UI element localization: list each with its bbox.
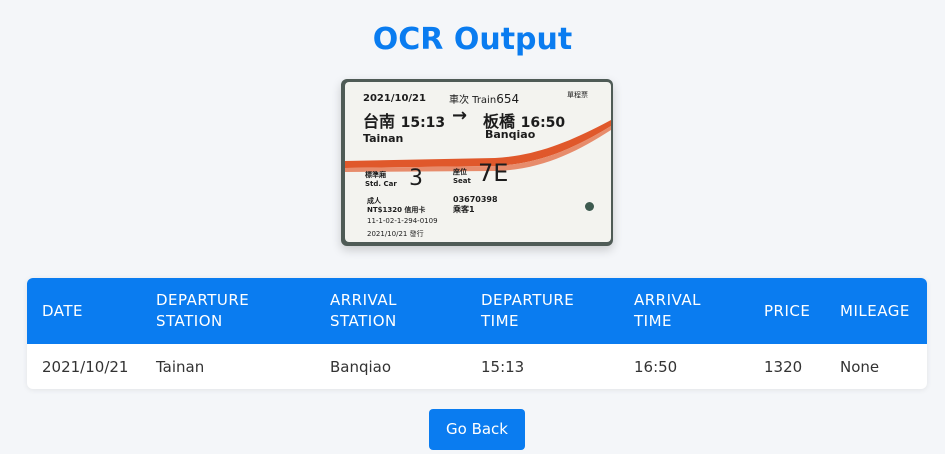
cell-arrival-station: Banqiao	[330, 357, 392, 376]
go-back-button[interactable]: Go Back	[429, 409, 525, 450]
cell-mileage: None	[840, 357, 880, 376]
cell-departure-station: Tainan	[156, 357, 205, 376]
header-arrival-time-line1: ARRIVAL	[634, 291, 701, 309]
ticket-depart-time: 15:13	[400, 115, 446, 131]
header-mileage: MILEAGE	[825, 278, 927, 344]
cell-date: 2021/10/21	[42, 357, 129, 376]
cell-arrival-time: 16:50	[634, 357, 678, 376]
header-price-label: PRICE	[764, 301, 811, 320]
header-departure-time-line2: TIME	[481, 312, 520, 330]
page: OCR Output 2021/10/21 車次 Train654 單程票 台南…	[0, 0, 945, 454]
ticket-car-number: 3	[409, 166, 423, 191]
header-arrival-station: ARRIVAL STATION	[315, 278, 466, 344]
cell-price: 1320	[764, 357, 803, 376]
ticket-destination-en: Banqiao	[485, 128, 536, 141]
ticket-car-label-en: Std. Car	[365, 180, 397, 188]
arrow-right-icon: →	[452, 105, 468, 126]
header-departure-station: DEPARTURE STATION	[141, 278, 315, 344]
ticket-origin-zh: 台南	[363, 112, 396, 131]
ticket-date: 2021/10/21	[363, 93, 426, 104]
header-arrival-station-line1: ARRIVAL	[330, 291, 397, 309]
header-arrival-time-line2: TIME	[634, 312, 673, 330]
page-title: OCR Output	[372, 22, 573, 57]
ticket-car-label: 標準廂 Std. Car	[365, 171, 397, 189]
ticket-serial: 03670398 乘客1	[453, 195, 498, 215]
ocr-result-table: DATE DEPARTURE STATION ARRIVAL STATION DEP…	[27, 278, 927, 389]
ticket-image: 2021/10/21 車次 Train654 單程票 台南 15:13 → 板橋…	[341, 79, 613, 246]
ticket-seat-label: 座位 Seat	[453, 168, 471, 186]
ticket-train-number: 654	[496, 92, 520, 106]
ticket-punch-hole	[585, 202, 594, 211]
ticket-serial-note: 乘客1	[453, 205, 475, 214]
header-arrival-time: ARRIVAL TIME	[619, 278, 749, 344]
ticket-type: 單程票	[567, 91, 588, 99]
cell-departure-time: 15:13	[481, 357, 525, 376]
ticket-seat-number: 7E	[478, 159, 509, 187]
ticket-card: 2021/10/21 車次 Train654 單程票 台南 15:13 → 板橋…	[345, 82, 611, 242]
ticket-origin-en: Tainan	[363, 132, 404, 145]
table-header-row: DATE DEPARTURE STATION ARRIVAL STATION DEP…	[27, 278, 927, 344]
ticket-car-label-zh: 標準廂	[365, 171, 386, 179]
header-departure-time-line1: DEPARTURE	[481, 291, 575, 309]
ticket-origin: 台南 15:13	[363, 108, 445, 132]
ticket-seat-label-en: Seat	[453, 177, 471, 185]
ticket-fare-amount: NT$1320 信用卡	[367, 206, 426, 214]
header-date-label: DATE	[42, 301, 84, 320]
header-departure-station-line1: DEPARTURE	[156, 291, 250, 309]
header-mileage-label: MILEAGE	[840, 301, 910, 320]
ticket-serial-number: 03670398	[453, 195, 498, 204]
header-price: PRICE	[749, 278, 825, 344]
table-row: 2021/10/21 Tainan Banqiao 15:13 16:50 13…	[27, 344, 927, 389]
header-arrival-station-line2: STATION	[330, 312, 397, 330]
ticket-code: 11-1-02-1-294-0109	[367, 217, 438, 225]
ticket-seat-label-zh: 座位	[453, 168, 467, 176]
ticket-passenger: 成人	[367, 197, 381, 205]
header-departure-station-line2: STATION	[156, 312, 223, 330]
ticket-issued: 2021/10/21 發行	[367, 230, 424, 238]
header-date: DATE	[27, 278, 141, 344]
ticket-train: 車次 Train654	[449, 91, 519, 106]
header-departure-time: DEPARTURE TIME	[466, 278, 619, 344]
ticket-fare: 成人 NT$1320 信用卡	[367, 197, 425, 215]
